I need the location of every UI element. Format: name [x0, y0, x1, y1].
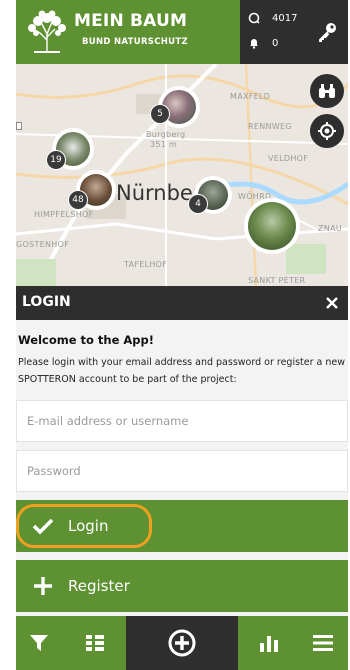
- map-label: GOSTENHOF: [16, 240, 70, 249]
- observations-stat[interactable]: 4017: [248, 12, 297, 24]
- statistics-button[interactable]: [246, 616, 292, 670]
- menu-icon: [313, 635, 333, 651]
- map-label: TAFELHOF: [124, 260, 168, 269]
- map-label: 351 m: [150, 140, 178, 149]
- app-header: MEIN BAUM BUND NATURSCHUTZ 4017 0: [16, 0, 348, 64]
- app-subtitle: BUND NATURSCHUTZ: [82, 37, 188, 47]
- map-label: HIMPFELSHOF: [34, 210, 94, 219]
- notifications-stat[interactable]: 0: [248, 37, 278, 49]
- close-icon[interactable]: [324, 295, 340, 311]
- observation-icon: [248, 12, 260, 24]
- map-label: MAXFELD: [230, 92, 271, 101]
- login-header: LOGIN: [16, 286, 348, 320]
- app-title: MEIN BAUM: [74, 11, 188, 31]
- map-label: SANKT PETER: [248, 276, 306, 285]
- map-label: VELDHOF: [268, 154, 309, 163]
- add-spot-button[interactable]: [126, 616, 238, 670]
- login-button-label: Login: [68, 517, 109, 535]
- filter-button[interactable]: [16, 616, 62, 670]
- spot-photo: [248, 202, 296, 250]
- chart-icon: [260, 636, 278, 652]
- notifications-count: 0: [272, 37, 279, 49]
- list-button[interactable]: [72, 616, 118, 670]
- register-button-label: Register: [68, 577, 130, 595]
- cluster-count-badge: 4: [188, 194, 208, 214]
- bottom-navigation: [16, 616, 348, 670]
- login-panel: Welcome to the App! Please login with yo…: [16, 320, 348, 616]
- key-icon: [319, 23, 336, 42]
- cluster-count-badge: 5: [150, 104, 170, 124]
- map-label: RENNWEG: [248, 122, 292, 131]
- tree-logo-icon: [28, 10, 66, 53]
- check-icon: [32, 515, 54, 537]
- password-input[interactable]: [16, 450, 348, 492]
- map-cluster[interactable]: 4: [188, 176, 232, 214]
- bell-icon: [250, 39, 258, 49]
- observations-count: 4017: [272, 12, 298, 24]
- menu-button[interactable]: [300, 616, 346, 670]
- welcome-heading: Welcome to the App!: [18, 333, 155, 347]
- plus-icon: [32, 575, 54, 597]
- map-cluster[interactable]: 19: [46, 128, 94, 170]
- cluster-count-badge: 19: [46, 150, 66, 170]
- stats-panel[interactable]: 4017 0: [240, 0, 306, 64]
- add-spot-icon: [168, 629, 196, 657]
- map-edge-marker: [16, 122, 22, 130]
- cluster-count-badge: 48: [68, 190, 88, 210]
- locate-button[interactable]: [310, 114, 344, 148]
- login-button[interactable]: Login: [16, 500, 348, 552]
- register-button[interactable]: Register: [16, 560, 348, 612]
- login-key-button[interactable]: [306, 0, 348, 64]
- locate-icon: [318, 122, 336, 140]
- login-title: LOGIN: [22, 294, 71, 310]
- binoculars-icon: [319, 84, 335, 98]
- email-input[interactable]: [16, 400, 348, 442]
- map-label: ZNAU: [318, 224, 342, 233]
- map-label: Burgberg: [146, 130, 186, 139]
- map-cluster[interactable]: 48: [68, 170, 116, 210]
- login-description: Please login with your email address and…: [18, 357, 346, 385]
- map-view[interactable]: MAXFELD RENNWEG VELDHOF WÖHRD ZNAU HIMPF…: [16, 64, 348, 286]
- list-icon: [86, 635, 104, 651]
- filter-icon: [30, 635, 48, 651]
- map-cluster[interactable]: 5: [150, 86, 200, 128]
- map-spot[interactable]: [244, 198, 300, 254]
- left-edge: [0, 0, 16, 670]
- binoculars-button[interactable]: [310, 74, 344, 108]
